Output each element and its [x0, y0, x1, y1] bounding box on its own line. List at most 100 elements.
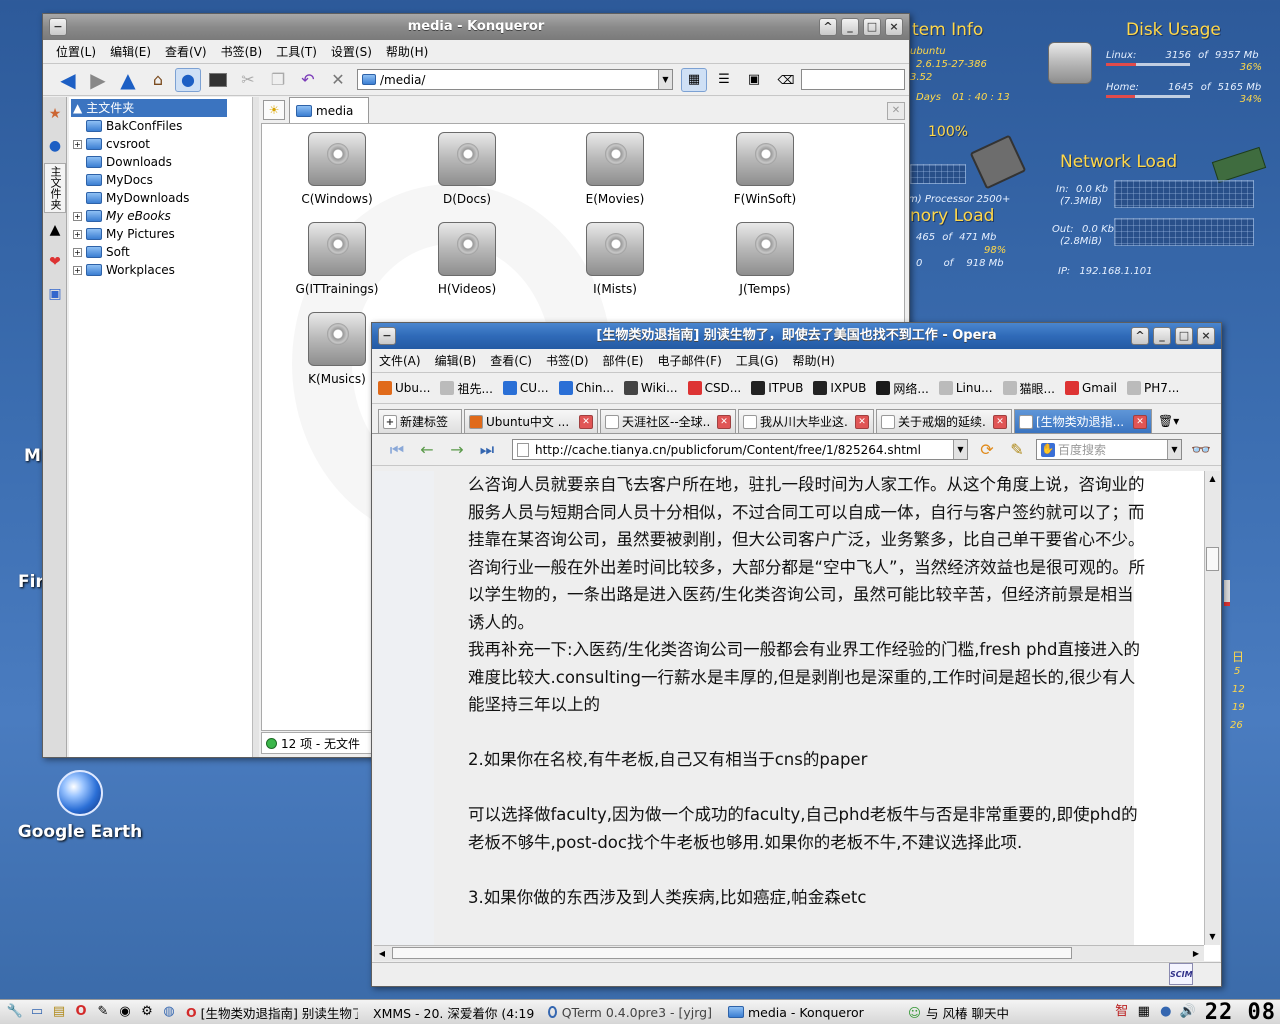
- location-dropdown-icon[interactable]: ▼: [658, 70, 672, 89]
- scroll-down-arrow[interactable]: ▼: [1205, 929, 1220, 945]
- expand-icon[interactable]: +: [73, 265, 82, 275]
- gear-icon[interactable]: ⚙: [138, 1003, 156, 1021]
- bookmark-item[interactable]: ITPUB: [751, 381, 803, 395]
- menu-bookmarks[interactable]: 书签(B): [214, 43, 270, 60]
- close-tab-icon[interactable]: ✕: [993, 414, 1007, 429]
- page-viewport[interactable]: 么咨询人员就要亲自飞去客户所在地，驻扎一段时间为人家工作。从这个角度上说，咨询业…: [374, 471, 1220, 961]
- menu-help[interactable]: 帮助(H): [785, 352, 841, 369]
- search-combo[interactable]: ✋ 百度搜索 ▼: [1036, 439, 1182, 460]
- scim-icon[interactable]: SCIM: [1169, 963, 1193, 985]
- url-dropdown-icon[interactable]: ▼: [953, 440, 967, 459]
- browser-tab[interactable]: [生物类劝退指... ✕: [1014, 409, 1152, 433]
- tree-item[interactable]: BakConfFiles: [69, 117, 252, 135]
- maximize-button[interactable]: □: [1175, 327, 1193, 345]
- menu-view[interactable]: 查看(V): [158, 43, 214, 60]
- terminal-icon[interactable]: ▭: [28, 1003, 46, 1021]
- tree-item[interactable]: + My Pictures: [69, 225, 252, 243]
- desktop-label-fir[interactable]: Fir: [18, 572, 44, 592]
- icon-view-icon[interactable]: ▦: [681, 67, 707, 92]
- tree-item[interactable]: + Workplaces: [69, 261, 252, 279]
- menu-settings[interactable]: 设置(S): [324, 43, 379, 60]
- sidebar-tab-bookmarks[interactable]: ★: [44, 99, 66, 129]
- network-icon[interactable]: ▦: [1135, 1003, 1153, 1021]
- tools-icon[interactable]: 🔧: [6, 1003, 24, 1021]
- tree-item[interactable]: MyDocs: [69, 171, 252, 189]
- menu-widgets[interactable]: 部件(E): [596, 352, 651, 369]
- url-combo[interactable]: http://cache.tianya.cn/publicforum/Conte…: [512, 439, 968, 460]
- scroll-thumb[interactable]: [1206, 547, 1219, 571]
- shade-button[interactable]: ^: [819, 18, 837, 36]
- browser-tab[interactable]: 关于戒烟的延续... ✕: [876, 409, 1012, 433]
- browser-tab[interactable]: 我从川大毕业这... ✕: [738, 409, 874, 433]
- bookmark-item[interactable]: Gmail: [1064, 381, 1117, 395]
- bookmark-item[interactable]: Linu...: [938, 381, 993, 395]
- fast-forward-icon[interactable]: ⏭: [474, 438, 500, 462]
- close-button[interactable]: ×: [885, 18, 903, 36]
- task-qterm[interactable]: QTerm 0.4.0pre3 - [yjrg]: [542, 1001, 718, 1023]
- close-tab-icon[interactable]: ✕: [717, 414, 731, 429]
- h-scroll-thumb[interactable]: [392, 947, 1072, 959]
- bookmark-item[interactable]: 祖先...: [440, 380, 493, 397]
- desktop-label-m[interactable]: M: [24, 446, 41, 466]
- tab-media[interactable]: media: [289, 97, 369, 123]
- wand-icon[interactable]: ✎: [1004, 438, 1030, 462]
- camera-icon[interactable]: ◉: [116, 1003, 134, 1021]
- copy-icon[interactable]: ❐: [265, 68, 291, 92]
- horizontal-scrollbar[interactable]: ◀ ▶: [374, 945, 1204, 961]
- bookmark-item[interactable]: IXPUB: [813, 381, 866, 395]
- forward-icon[interactable]: →: [444, 438, 470, 462]
- scroll-up-arrow[interactable]: ▲: [1205, 471, 1220, 487]
- close-tab-icon[interactable]: ✕: [579, 414, 593, 429]
- sidebar-tab-devices[interactable]: ▣: [44, 279, 66, 309]
- back-icon[interactable]: ◀: [55, 68, 81, 92]
- bookmark-item[interactable]: Wiki...: [623, 381, 678, 395]
- sidebar-tab-history[interactable]: ●: [44, 131, 66, 161]
- drive-item[interactable]: G(ITTrainings): [272, 222, 402, 296]
- clock[interactable]: 22 08: [1205, 1000, 1276, 1024]
- task-opera[interactable]: O [生物类劝退指南] 别读生物了: [180, 1001, 358, 1023]
- clipboard-icon[interactable]: ●: [1157, 1003, 1175, 1021]
- vertical-scrollbar[interactable]: ▲ ▼: [1204, 471, 1220, 945]
- drive-item[interactable]: C(Windows): [272, 132, 402, 206]
- drive-item[interactable]: E(Movies): [550, 132, 680, 206]
- bookmark-item[interactable]: CU...: [502, 381, 549, 395]
- bookmark-item[interactable]: Chin...: [558, 381, 614, 395]
- home-icon[interactable]: ⌂: [145, 68, 171, 92]
- detail-view-icon[interactable]: ☰: [711, 68, 737, 92]
- cut-icon[interactable]: ✂: [235, 68, 261, 92]
- expand-icon[interactable]: +: [73, 139, 82, 149]
- window-menu-button[interactable]: −: [49, 18, 67, 36]
- drive-item[interactable]: D(Docs): [402, 132, 532, 206]
- forward-icon[interactable]: ▶: [85, 68, 111, 92]
- task-xmms[interactable]: XMMS - 20. 深爱着你 (4:19: [362, 1001, 538, 1023]
- maximize-button[interactable]: □: [863, 18, 881, 36]
- search-input[interactable]: [801, 69, 905, 90]
- task-chat[interactable]: ☺ 与 风椿 聊天中: [902, 1001, 1082, 1023]
- scroll-right-arrow[interactable]: ▶: [1188, 946, 1204, 961]
- zoom-icon[interactable]: 👓: [1188, 438, 1214, 462]
- expand-icon[interactable]: +: [73, 211, 82, 221]
- input-method-icon[interactable]: 智: [1113, 1003, 1131, 1021]
- volume-icon[interactable]: 🔊: [1179, 1003, 1197, 1021]
- opera-titlebar[interactable]: − [生物类劝退指南] 别读生物了，即使去了美国也找不到工作 - Opera ^…: [372, 323, 1221, 349]
- sidebar-tab-root[interactable]: ▲: [44, 215, 66, 245]
- qterm-icon[interactable]: ◍: [160, 1003, 178, 1021]
- archive-icon[interactable]: ▤: [50, 1003, 68, 1021]
- tree-item[interactable]: + My eBooks: [69, 207, 252, 225]
- new-tab-button[interactable]: ☀: [263, 100, 285, 120]
- sidebar-tab-services[interactable]: ❤: [44, 247, 66, 277]
- close-button[interactable]: ×: [1197, 327, 1215, 345]
- sidebar-tab-home[interactable]: 主文件夹: [44, 163, 66, 213]
- undo-icon[interactable]: ↶: [295, 68, 321, 92]
- terminal-icon[interactable]: [205, 68, 231, 92]
- expand-icon[interactable]: +: [73, 247, 82, 257]
- window-menu-button[interactable]: −: [378, 327, 396, 345]
- menu-help[interactable]: 帮助(H): [379, 43, 435, 60]
- browser-tab[interactable]: 天涯社区--全球... ✕: [600, 409, 736, 433]
- rewind-icon[interactable]: ⏮: [384, 438, 410, 462]
- menu-view[interactable]: 查看(C): [483, 352, 539, 369]
- bookmark-item[interactable]: 网络...: [876, 380, 929, 397]
- drive-item[interactable]: F(WinSoft): [700, 132, 830, 206]
- menu-file[interactable]: 文件(A): [372, 352, 428, 369]
- tree-item[interactable]: MyDownloads: [69, 189, 252, 207]
